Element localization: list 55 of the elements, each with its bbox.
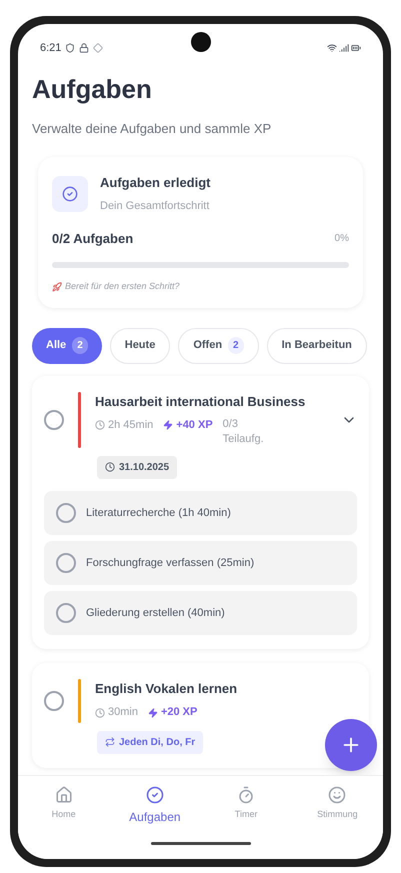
xp-reward: +20 XP [160,705,198,720]
subtask-row[interactable]: Gliederung erstellen (40min) [44,590,357,635]
subtask-label: Gliederung erstellen (40min) [86,606,225,621]
subtask-label: Forschungfrage verfassen (25min) [86,556,254,571]
subtask-row[interactable]: Literaturrecherche (1h 40min) [44,490,357,535]
count-badge: 2 [228,337,244,354]
checkbox[interactable] [56,502,76,523]
clock-icon [105,462,115,472]
signal-icon [339,43,349,53]
checkbox[interactable] [56,602,76,623]
filter-tab[interactable]: Heute [110,328,170,364]
battery-icon [351,43,361,53]
card-title: Aufgaben erledigt [100,174,211,192]
shield-icon [65,43,76,53]
lightning-icon [148,708,158,718]
checkbox[interactable] [44,410,64,430]
nav-tab[interactable]: Aufgaben [114,786,195,826]
page-subtitle: Verwalte deine Aufgaben und sammle XP [32,120,272,138]
task-title: English Vokalen lernen [95,680,238,698]
duration: 2h 45min [108,418,154,433]
checkbox[interactable] [56,552,76,573]
wifi-icon [327,43,337,53]
repeat-days: Jeden Di, Do, Fr [119,734,196,750]
status-time: 6:21 [40,40,62,56]
filter-tab[interactable]: In Bearbeitun [266,328,367,364]
subtask-label: Literaturrecherche (1h 40min) [86,506,231,521]
progress-percent: 0% [334,232,349,246]
progress-hint: Bereit für den ersten Schritt? [65,280,180,293]
page-title: Aufgaben [32,73,153,106]
checkbox[interactable] [44,690,64,711]
lock-icon [79,43,90,53]
repeat-icon [105,737,115,748]
check-icon [52,176,88,212]
duration: 30min [108,705,138,720]
progress-count: 0/2 Aufgaben [52,230,134,248]
camera-hole [190,32,210,52]
filter-tab[interactable]: Offen 2 [178,328,259,364]
add-button[interactable] [325,719,377,771]
rocket-icon [52,282,62,292]
subtask-count: 0/3 Teilaufg. [222,417,265,448]
stopwatch-icon [237,786,256,804]
home-icon [54,786,73,804]
lightning-icon [163,420,174,430]
count-badge: 2 [72,337,88,354]
check-circle-icon [146,786,164,804]
diamond-icon [93,43,104,53]
filter-tab[interactable]: Alle 2 [32,328,102,364]
due-date: 31.10.2025 [119,460,170,475]
clock-icon [95,420,105,430]
xp-reward: +40 XP [176,418,213,433]
card-subtitle: Dein Gesamtfortschritt [100,199,210,214]
task-title: Hausarbeit international Business [95,392,306,410]
subtask-row[interactable]: Forschungfrage verfassen (25min) [44,540,357,585]
clock-icon [95,708,105,718]
smiley-icon [328,786,346,804]
